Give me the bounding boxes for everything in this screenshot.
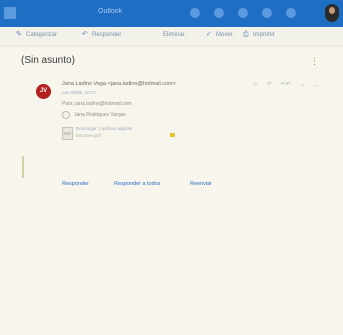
check-icon: ✓ (206, 31, 212, 38)
forward-link[interactable]: Reenviar (190, 181, 212, 187)
message-date: Lun 06/05, 10:17 (62, 90, 96, 95)
reply-all-icon[interactable]: ↶↶ (281, 82, 291, 88)
person-icon (62, 111, 70, 119)
contact-row: Jana Rodriguez Vargas (62, 111, 126, 119)
share-icon[interactable] (262, 8, 272, 18)
forward-icon[interactable]: → (299, 82, 305, 88)
top-app-bar: Outlook (0, 0, 343, 27)
message-subject: (Sin asunto) (21, 55, 75, 66)
reply-link[interactable]: Responder (62, 181, 89, 187)
command-bar: ✎ Categorizar ↶ Responder Eliminar ✓ Mov… (0, 27, 343, 46)
pdf-file-icon: PDF (62, 127, 73, 140)
reply-all-link[interactable]: Responder a todos (114, 181, 160, 187)
delete-command-button[interactable]: Eliminar (163, 32, 185, 38)
sender-name[interactable]: Jana Ladino Vega <jana.ladino@hotmail.co… (62, 81, 242, 87)
notification-icon[interactable] (190, 8, 200, 18)
reply-icon[interactable]: ↶ (267, 82, 272, 88)
pencil-icon: ✎ (16, 31, 22, 38)
categorize-button[interactable]: ✎ Categorizar (16, 31, 57, 38)
recipient-line: Para: jana.ladino@hotmail.com (62, 101, 132, 107)
selection-marker (22, 156, 24, 178)
settings-icon[interactable] (214, 8, 224, 18)
divider (0, 45, 343, 47)
app-title: Outlook (98, 8, 123, 15)
attachment[interactable]: PDF Descargar 1 archivo adjunto Escaneo.… (62, 124, 175, 142)
user-avatar[interactable] (325, 4, 339, 22)
attachment-download[interactable]: Descargar 1 archivo adjunto (76, 126, 132, 131)
emoji-icon[interactable]: ☺ (252, 82, 258, 88)
print-command-button[interactable]: ⎙ Imprimir (243, 31, 275, 38)
contact-name[interactable]: Jana Rodriguez Vargas (74, 112, 126, 118)
highlight-marker (170, 133, 175, 137)
message-actions: ☺ ↶ ↶↶ → … (252, 81, 327, 88)
print-icon: ⎙ (243, 31, 249, 38)
feedback-icon[interactable] (286, 8, 296, 18)
app-launcher-icon[interactable] (4, 7, 16, 19)
help-icon[interactable] (238, 8, 248, 18)
attachment-name: Escaneo.pdf (76, 133, 102, 138)
move-command-button[interactable]: ✓ Mover (206, 31, 233, 38)
sender-avatar: JV (36, 84, 51, 99)
more-options-icon[interactable]: ⋮ (310, 56, 319, 67)
reply-icon: ↶ (82, 31, 88, 38)
more-icon[interactable]: … (314, 82, 320, 88)
reply-command-button[interactable]: ↶ Responder (82, 31, 121, 38)
